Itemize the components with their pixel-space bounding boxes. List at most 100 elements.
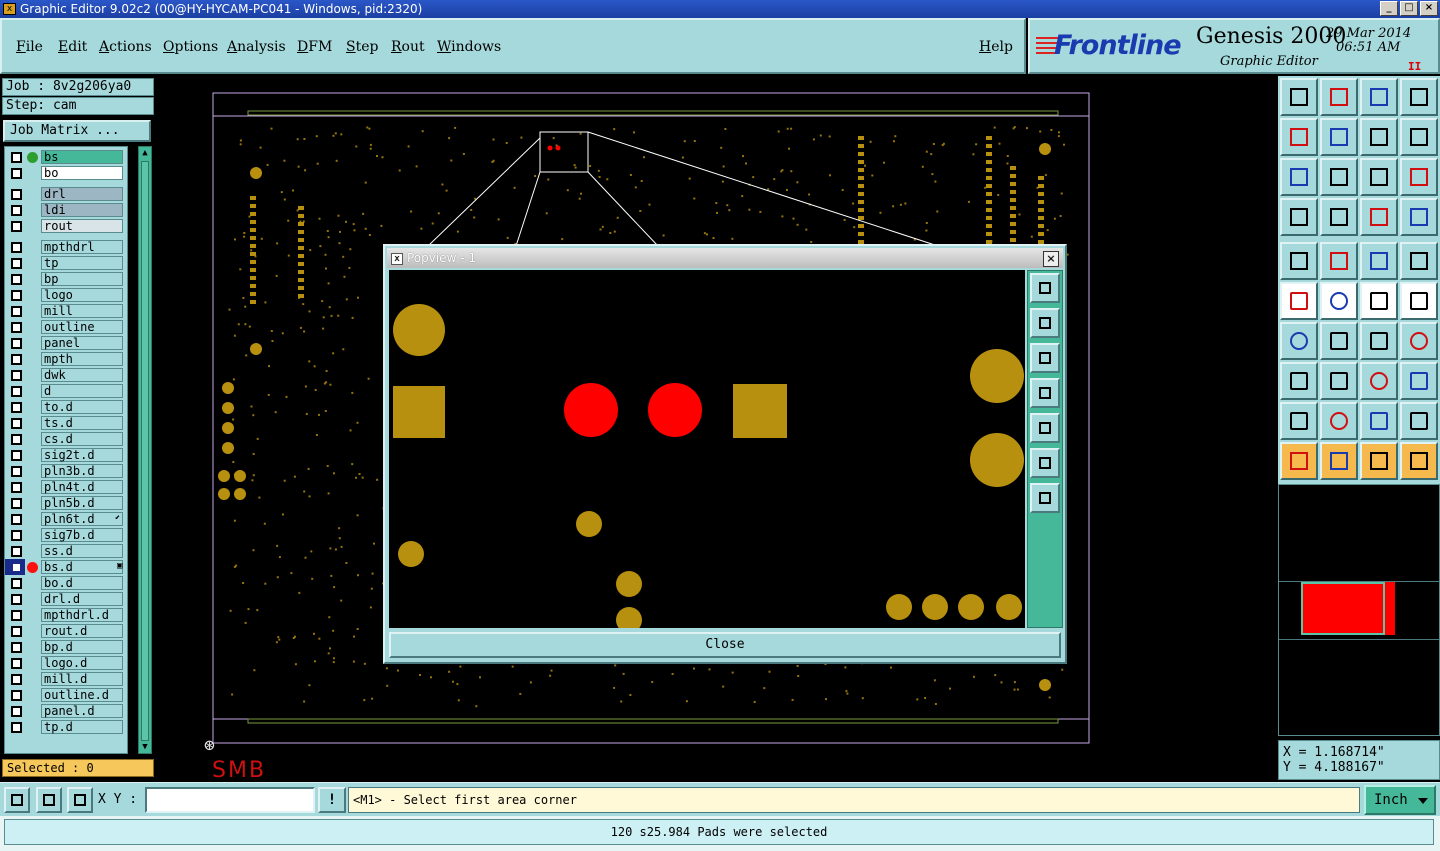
layer-name[interactable]: bo.d <box>41 576 123 590</box>
layer-name[interactable]: drl <box>41 187 123 201</box>
layer-checkbox[interactable] <box>11 482 22 493</box>
grid-icon[interactable] <box>1320 198 1358 236</box>
layer-checkbox[interactable] <box>11 594 22 605</box>
popview-right-icon[interactable] <box>1030 413 1060 443</box>
select-pointer-icon[interactable] <box>1320 442 1358 480</box>
popview-close-icon[interactable]: × <box>1043 251 1059 267</box>
layer-name[interactable]: bp <box>41 272 123 286</box>
menu-rout[interactable]: Rout <box>391 39 425 55</box>
zoom-back-icon[interactable] <box>1360 118 1398 156</box>
layer-row-mpth[interactable]: mpth <box>5 351 127 367</box>
layer-row-tp[interactable]: tp <box>5 255 127 271</box>
layer-checkbox[interactable] <box>11 306 22 317</box>
layer-row-pln6t-d[interactable]: pln6t.d ⬋ <box>5 511 127 527</box>
layer-name[interactable]: outline.d <box>41 688 123 702</box>
cross-icon[interactable] <box>1320 282 1358 320</box>
ratio-icon[interactable] <box>1360 158 1398 196</box>
layer-name[interactable]: logo <box>41 288 123 302</box>
menu-help[interactable]: Help <box>979 39 1013 55</box>
layer-row-ss-d[interactable]: ss.d <box>5 543 127 559</box>
layer-row-bo[interactable]: bo <box>5 165 127 181</box>
layer-row-bs-d[interactable]: bs.d ▣ <box>5 559 123 575</box>
layer-row-mill[interactable]: mill <box>5 303 127 319</box>
layer-name[interactable]: rout.d <box>41 624 123 638</box>
layer-row-dwk[interactable]: dwk <box>5 367 127 383</box>
layer-checkbox[interactable] <box>11 530 22 541</box>
layer-name[interactable]: panel.d <box>41 704 123 718</box>
triangle-a-icon[interactable] <box>1280 402 1318 440</box>
layer-checkbox[interactable] <box>11 514 22 525</box>
layer-row-ldi[interactable]: ldi <box>5 202 127 218</box>
layer-checkbox[interactable] <box>11 434 22 445</box>
layer-row-bp[interactable]: bp <box>5 271 127 287</box>
layer-checkbox[interactable] <box>11 674 22 685</box>
layer-row-ts-d[interactable]: ts.d <box>5 415 127 431</box>
layer-checkbox[interactable] <box>11 706 22 717</box>
layer-name[interactable]: tp <box>41 256 123 270</box>
menu-analysis[interactable]: Analysis <box>227 39 286 55</box>
layer-checkbox[interactable] <box>11 338 22 349</box>
open-icon[interactable] <box>1280 78 1318 116</box>
layer-checkbox[interactable] <box>11 290 22 301</box>
node-icon[interactable] <box>1280 282 1318 320</box>
layer-name[interactable]: d <box>41 384 123 398</box>
layer-scrollbar[interactable]: ▲ ▼ <box>138 146 152 754</box>
layer-name[interactable]: bs <box>41 150 123 164</box>
fit-icon[interactable] <box>1280 158 1318 196</box>
layer-name[interactable]: dwk <box>41 368 123 382</box>
layer-checkbox[interactable] <box>11 610 22 621</box>
layer-name[interactable]: sig2t.d <box>41 448 123 462</box>
layer-checkbox[interactable] <box>11 722 22 733</box>
menu-file[interactable]: File <box>16 39 43 55</box>
menu-dfm[interactable]: DFM <box>297 39 332 55</box>
layer-checkbox[interactable] <box>11 578 22 589</box>
layer-name[interactable]: bs.d <box>41 560 123 574</box>
layer-checkbox[interactable] <box>11 370 22 381</box>
layer-checkbox[interactable] <box>11 168 22 179</box>
triangle-b-icon[interactable] <box>1320 402 1358 440</box>
slash-icon[interactable] <box>1320 322 1358 360</box>
layer-row-sig2t-d[interactable]: sig2t.d <box>5 447 127 463</box>
layer-checkbox[interactable] <box>11 322 22 333</box>
layer-name[interactable]: ts.d <box>41 416 123 430</box>
triangle-c-icon[interactable] <box>1360 402 1398 440</box>
layer-checkbox[interactable] <box>11 152 22 163</box>
minimize-button[interactable]: _ <box>1380 1 1398 16</box>
layer-display-icon[interactable] <box>1360 198 1398 236</box>
triangle-d-icon[interactable] <box>1400 402 1438 440</box>
net-icon[interactable] <box>1400 442 1438 480</box>
popview-zoom-out-icon[interactable] <box>1030 483 1060 513</box>
next-icon[interactable] <box>1320 118 1358 156</box>
redraw-icon[interactable] <box>1400 118 1438 156</box>
close-window-button[interactable]: × <box>1420 1 1438 16</box>
pad-select-icon[interactable] <box>1280 362 1318 400</box>
xy-input[interactable] <box>145 787 315 813</box>
layer-row-mill-d[interactable]: mill.d <box>5 671 127 687</box>
layer-name[interactable]: ss.d <box>41 544 123 558</box>
help-icon[interactable] <box>1400 158 1438 196</box>
layer-name[interactable]: tp.d <box>41 720 123 734</box>
layer-name[interactable]: panel <box>41 336 123 350</box>
layer-name[interactable]: pln5b.d <box>41 496 123 510</box>
layer-row-panel-d[interactable]: panel.d <box>5 703 127 719</box>
layer-name[interactable]: mpth <box>41 352 123 366</box>
layer-row-mpthdrl-d[interactable]: mpthdrl.d <box>5 607 127 623</box>
layer-row-bp-d[interactable]: bp.d <box>5 639 127 655</box>
layer-row-tp-d[interactable]: tp.d <box>5 719 127 735</box>
layer-checkbox[interactable] <box>11 402 22 413</box>
layer-row-pln3b-d[interactable]: pln3b.d <box>5 463 127 479</box>
layer-checkbox[interactable] <box>11 205 22 216</box>
layer-row-logo-d[interactable]: logo.d <box>5 655 127 671</box>
overview-map[interactable] <box>1278 484 1440 736</box>
popview-down-icon[interactable] <box>1030 343 1060 373</box>
popview-title-bar[interactable]: x Popview - 1 × <box>387 248 1063 268</box>
layer-checkbox[interactable] <box>11 258 22 269</box>
layer-checkbox[interactable] <box>11 562 22 573</box>
menu-windows[interactable]: Windows <box>437 39 501 55</box>
save-icon[interactable] <box>1320 78 1358 116</box>
arc-icon[interactable] <box>1360 282 1398 320</box>
prev-icon[interactable] <box>1280 118 1318 156</box>
layer-checkbox[interactable] <box>11 450 22 461</box>
popview-zoom-icon[interactable] <box>1030 273 1060 303</box>
layer-row-logo[interactable]: logo <box>5 287 127 303</box>
